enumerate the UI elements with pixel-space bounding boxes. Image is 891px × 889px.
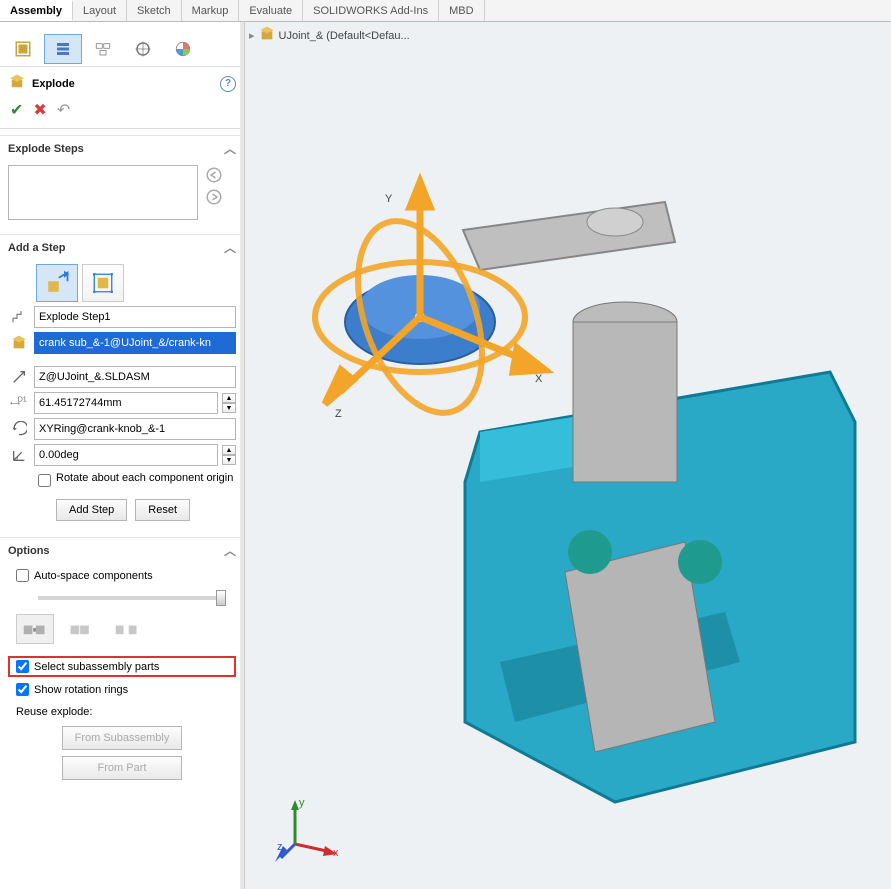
direction-input[interactable] [34, 366, 236, 388]
tab-addins[interactable]: SOLIDWORKS Add-Ins [303, 0, 439, 21]
chevron-up-icon: ︿ [224, 239, 236, 256]
bbox-center-icon[interactable] [16, 614, 54, 644]
ring-icon [8, 421, 30, 437]
step-name-icon [8, 309, 30, 325]
help-icon[interactable]: ? [220, 76, 236, 92]
reuse-explode-label: Reuse explode: [8, 702, 236, 718]
from-subassembly-button: From Subassembly [62, 726, 182, 750]
distance-icon: ⟷D1 [8, 395, 30, 411]
svg-text:Z: Z [335, 408, 342, 420]
confirm-row: ✔ ✖ ↶ [0, 96, 244, 129]
chevron-up-icon: ︿ [224, 140, 236, 157]
bbox-gap-icon[interactable] [108, 614, 146, 644]
svg-text:x: x [333, 847, 339, 859]
component-selection-input[interactable] [34, 332, 236, 354]
step-name-input[interactable] [34, 306, 236, 328]
explode-icon [8, 73, 26, 94]
direction-icon [8, 369, 30, 385]
dimxpert-manager-tab[interactable] [124, 34, 162, 64]
command-manager-tabs: Assembly Layout Sketch Markup Evaluate S… [0, 0, 891, 22]
forward-icon[interactable] [204, 187, 224, 207]
reset-button[interactable]: Reset [135, 499, 190, 521]
tab-assembly[interactable]: Assembly [0, 0, 73, 21]
bbox-touch-icon[interactable] [62, 614, 100, 644]
distance-input[interactable] [34, 392, 218, 414]
rotate-about-origin-checkbox[interactable] [38, 474, 51, 487]
select-subassembly-highlight: Select subassembly parts [8, 656, 236, 677]
property-manager-tab[interactable] [44, 34, 82, 64]
explode-steps-list[interactable] [8, 165, 198, 220]
chevron-up-icon: ︿ [224, 542, 236, 559]
feature-title: Explode [32, 78, 214, 90]
svg-text:z: z [277, 841, 283, 853]
tab-markup[interactable]: Markup [182, 0, 240, 21]
section-explode-steps-header[interactable]: Explode Steps ︿ [0, 135, 244, 161]
section-options-header[interactable]: Options ︿ [0, 537, 244, 563]
select-subassembly-checkbox[interactable] [16, 660, 29, 673]
select-subassembly-label: Select subassembly parts [34, 661, 159, 673]
svg-text:Y: Y [385, 193, 393, 205]
section-add-step-header[interactable]: Add a Step ︿ [0, 234, 244, 260]
component-icon [8, 335, 30, 351]
manager-tabs [0, 32, 244, 67]
auto-space-checkbox[interactable] [16, 569, 29, 582]
feature-title-row: Explode ? [0, 67, 244, 96]
from-part-button: From Part [62, 756, 182, 780]
model-render: Y X Z [245, 22, 891, 889]
property-manager-panel: Explode ? ✔ ✖ ↶ Explode Steps ︿ [0, 22, 245, 889]
translate-step-toggle[interactable] [36, 264, 78, 302]
tab-layout[interactable]: Layout [73, 0, 127, 21]
svg-text:y: y [299, 797, 305, 809]
view-triad[interactable]: y x z [275, 794, 345, 864]
show-rotation-rings-label: Show rotation rings [34, 684, 128, 696]
angle-icon [8, 447, 30, 463]
angle-spinner[interactable]: ▲▼ [222, 445, 236, 465]
svg-text:X: X [535, 373, 543, 385]
show-rotation-rings-checkbox[interactable] [16, 683, 29, 696]
rotate-about-origin-label: Rotate about each component origin [56, 472, 233, 484]
auto-space-label: Auto-space components [34, 570, 153, 582]
tab-evaluate[interactable]: Evaluate [239, 0, 303, 21]
cancel-button[interactable]: ✖ [33, 100, 46, 120]
display-manager-tab[interactable] [164, 34, 202, 64]
rewind-icon[interactable] [204, 165, 224, 185]
tab-sketch[interactable]: Sketch [127, 0, 182, 21]
undo-button[interactable]: ↶ [57, 100, 70, 120]
svg-text:D1: D1 [18, 397, 27, 404]
graphics-viewport[interactable]: ▸ UJoint_& (Default<Defau... [245, 22, 891, 889]
rotate-step-toggle[interactable] [82, 264, 124, 302]
tab-mbd[interactable]: MBD [439, 0, 484, 21]
rotation-axis-input[interactable] [34, 418, 236, 440]
add-step-button[interactable]: Add Step [56, 499, 127, 521]
feature-manager-tab[interactable] [4, 34, 42, 64]
distance-spinner[interactable]: ▲▼ [222, 393, 236, 413]
angle-input[interactable] [34, 444, 218, 466]
ok-button[interactable]: ✔ [10, 100, 23, 120]
spacing-slider[interactable] [38, 596, 226, 600]
configuration-manager-tab[interactable] [84, 34, 122, 64]
